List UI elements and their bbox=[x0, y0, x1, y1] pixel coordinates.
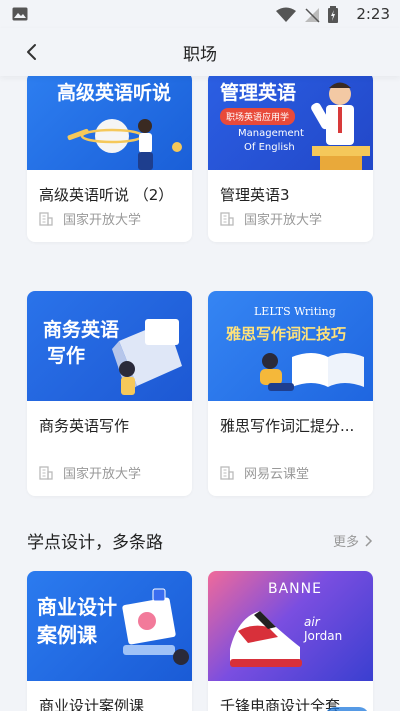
building-icon bbox=[220, 211, 234, 226]
more-link[interactable]: 更多 bbox=[333, 531, 373, 550]
building-icon bbox=[39, 465, 53, 480]
course-title: 管理英语3 bbox=[220, 186, 290, 204]
course-row: 商业设计 案例课 商业设计案例课 BANNE air Jordan 千锋电商设计… bbox=[27, 571, 373, 711]
course-card[interactable]: 商务英语 写作 商务英语写作 国家开放大学 bbox=[27, 291, 192, 496]
course-org: 国家开放大学 bbox=[39, 463, 141, 482]
building-icon bbox=[220, 465, 234, 480]
chevron-right-icon bbox=[365, 534, 373, 547]
course-org: 国家开放大学 bbox=[220, 209, 322, 228]
banner-text: 商业设计 bbox=[37, 595, 117, 619]
org-name: 国家开放大学 bbox=[63, 213, 142, 228]
watermark-logo: ⬤ bbox=[325, 707, 369, 711]
wifi-icon bbox=[276, 7, 296, 22]
course-org: 国家开放大学 bbox=[39, 209, 141, 228]
course-thumbnail: 高级英语听说 bbox=[27, 76, 192, 170]
course-thumbnail: LELTS Writing 雅思写作词汇技巧 bbox=[208, 291, 373, 401]
course-thumbnail: 管理英语 职场英语应用学 Management Of English bbox=[208, 76, 373, 170]
course-title: 雅思写作词汇提分... bbox=[220, 417, 355, 435]
banner-text-line2: 案例课 bbox=[37, 623, 97, 647]
banner-subtitle: 职场英语应用学 bbox=[220, 108, 296, 125]
banner-english-line2: Of English bbox=[244, 142, 295, 153]
content-scroll[interactable]: 高级英语听说 高级英语听说 （2） 国家开放大学 管理英语 职场英语应用学 Ma… bbox=[0, 76, 400, 711]
course-card[interactable]: 商业设计 案例课 商业设计案例课 bbox=[27, 571, 192, 711]
course-thumbnail: 商务英语 写作 bbox=[27, 291, 192, 401]
banner-english-air: air bbox=[304, 615, 320, 629]
page-title: 职场 bbox=[183, 44, 217, 65]
back-arrow-icon[interactable] bbox=[20, 40, 44, 64]
banner-english: LELTS Writing bbox=[254, 305, 336, 318]
section-header: 学点设计，多条路 更多 bbox=[27, 528, 373, 553]
status-bar: 2:23 bbox=[0, 0, 400, 28]
banner-text: 商务英语 bbox=[43, 319, 120, 341]
course-title: 商业设计案例课 bbox=[39, 697, 145, 711]
course-org: 网易云课堂 bbox=[220, 463, 309, 482]
banner-text: 雅思写作词汇技巧 bbox=[226, 325, 347, 343]
banner-text: 高级英语听说 bbox=[57, 82, 172, 104]
banner-english-jordan: Jordan bbox=[304, 629, 343, 643]
no-signal-icon bbox=[305, 7, 320, 23]
banner-text-line2: 写作 bbox=[47, 345, 86, 367]
course-title: 高级英语听说 （2） bbox=[39, 186, 174, 204]
org-name: 国家开放大学 bbox=[244, 213, 323, 228]
status-time: 2:23 bbox=[356, 5, 390, 23]
org-name: 网易云课堂 bbox=[244, 467, 310, 482]
course-thumbnail: 商业设计 案例课 bbox=[27, 571, 192, 681]
battery-icon bbox=[328, 6, 338, 23]
org-name: 国家开放大学 bbox=[63, 467, 142, 482]
section-title: 学点设计，多条路 bbox=[27, 533, 163, 553]
banner-english-line1: Management bbox=[238, 128, 304, 139]
nav-bar: 职场 bbox=[0, 28, 400, 76]
course-title: 商务英语写作 bbox=[39, 417, 130, 435]
gallery-icon bbox=[12, 7, 28, 21]
status-icons bbox=[276, 6, 338, 23]
course-thumbnail: BANNE air Jordan bbox=[208, 571, 373, 681]
course-row: 高级英语听说 高级英语听说 （2） 国家开放大学 管理英语 职场英语应用学 Ma… bbox=[27, 76, 373, 242]
more-label: 更多 bbox=[332, 535, 359, 550]
banner-text: 管理英语 bbox=[220, 82, 297, 104]
banner-english: BANNE bbox=[268, 581, 322, 597]
course-card[interactable]: 管理英语 职场英语应用学 Management Of English 管理英语3… bbox=[208, 76, 373, 242]
building-icon bbox=[39, 211, 53, 226]
course-card[interactable]: 高级英语听说 高级英语听说 （2） 国家开放大学 bbox=[27, 76, 192, 242]
course-card[interactable]: BANNE air Jordan 千锋电商设计全套 ⬤ bbox=[208, 571, 373, 711]
course-row: 商务英语 写作 商务英语写作 国家开放大学 LELTS Writing 雅思写作… bbox=[27, 291, 373, 496]
course-card[interactable]: LELTS Writing 雅思写作词汇技巧 雅思写作词汇提分... 网易云课堂 bbox=[208, 291, 373, 496]
